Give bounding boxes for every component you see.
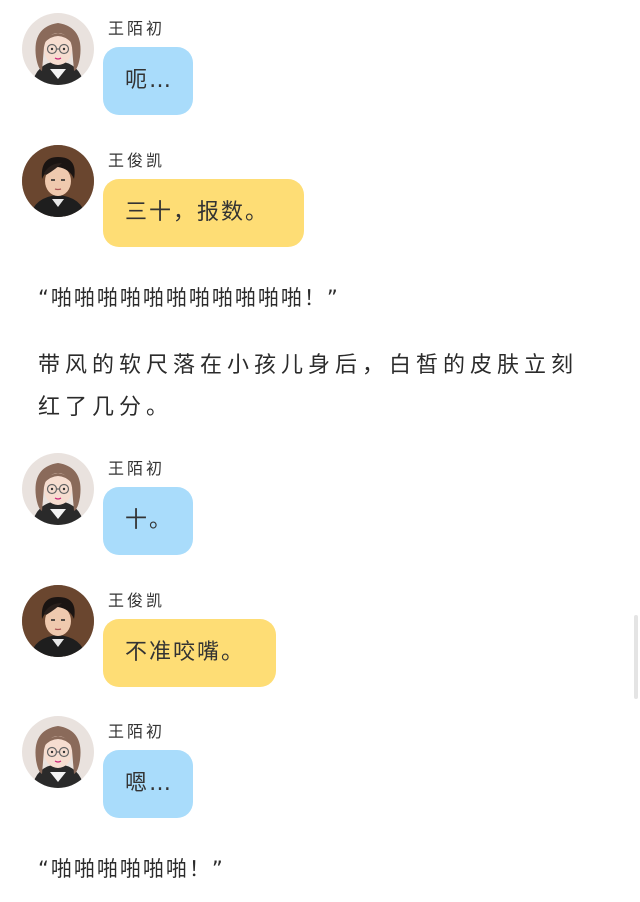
sender-name: 王陌初 bbox=[108, 722, 166, 741]
narration-paragraph: 带风的软尺落在小孩儿身后，白皙的皮肤立刻 红了几分。 bbox=[38, 345, 608, 429]
message-bubble[interactable]: 嗯… bbox=[103, 750, 193, 818]
chat-message: 王陌初 嗯… bbox=[0, 716, 640, 826]
sender-name: 王俊凯 bbox=[108, 151, 166, 170]
narration-quote: “啪啪啪啪啪啪啪啪啪啪啪！” bbox=[38, 286, 340, 310]
chat-message: 王俊凯 三十，报数。 bbox=[0, 145, 640, 255]
chat-message: 王俊凯 不准咬嘴。 bbox=[0, 585, 640, 695]
girl-avatar-icon[interactable] bbox=[22, 13, 94, 85]
narration-line: 带风的软尺落在小孩儿身后，白皙的皮肤立刻 bbox=[38, 353, 579, 378]
boy-avatar-icon[interactable] bbox=[22, 585, 94, 657]
girl-avatar-icon[interactable] bbox=[22, 453, 94, 525]
sender-name: 王陌初 bbox=[108, 19, 166, 38]
scrollbar[interactable] bbox=[634, 615, 638, 699]
sender-name: 王陌初 bbox=[108, 459, 166, 478]
chat-message: 王陌初 呃… bbox=[0, 13, 640, 123]
sender-name: 王俊凯 bbox=[108, 591, 166, 610]
narration-quote: “啪啪啪啪啪啪！” bbox=[38, 857, 225, 881]
message-bubble[interactable]: 三十，报数。 bbox=[103, 179, 304, 247]
narration-line: 红了几分。 bbox=[38, 395, 174, 420]
chat-message: 王陌初 十。 bbox=[0, 453, 640, 563]
boy-avatar-icon[interactable] bbox=[22, 145, 94, 217]
girl-avatar-icon[interactable] bbox=[22, 716, 94, 788]
message-bubble[interactable]: 不准咬嘴。 bbox=[103, 619, 276, 687]
message-bubble[interactable]: 呃… bbox=[103, 47, 193, 115]
message-bubble[interactable]: 十。 bbox=[103, 487, 193, 555]
